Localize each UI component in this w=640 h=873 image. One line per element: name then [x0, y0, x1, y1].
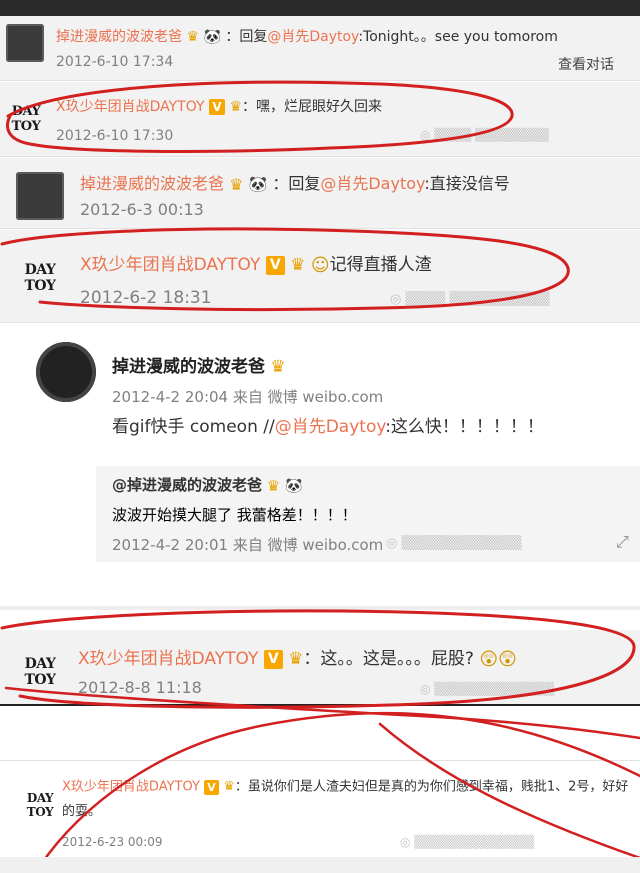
mention-link[interactable]: @肖先Daytoy [320, 174, 424, 193]
crown-icon: ♛ [186, 29, 200, 45]
comment-item: DAY TOY X玖少年团肖战DAYTOY V ♛ ☺记得直播人渣 2012-6… [0, 230, 640, 323]
watermark: ◎ ▒▒▒▒▒▒▒▒▒▒▒▒▒ [400, 835, 535, 849]
comment-time: 2012-6-10 17:30 [56, 128, 174, 144]
avatar[interactable] [16, 172, 64, 220]
post-text-suffix: :这么快！！！！！！ [385, 417, 544, 437]
comment-text: ：这。。这是。。。屁股? [303, 649, 474, 669]
comment-time: 2012-6-2 18:31 [80, 288, 212, 308]
crown-icon: ♛ [229, 175, 244, 194]
view-conversation-link[interactable]: 查看对话 [558, 54, 614, 74]
quoted-header: @掉进漫威的波波老爸 ♛ 🐼 [112, 474, 302, 495]
crown-icon: ♛ [229, 99, 242, 115]
mention-link[interactable]: @肖先Daytoy [275, 417, 385, 437]
comment-line: 掉进漫威的波波老爸 ♛ 🐼 ：回复@肖先Daytoy:直接没信号 [80, 170, 510, 194]
author-link[interactable]: 掉进漫威的波波老爸 [56, 29, 182, 45]
crown-icon: ♛ [290, 255, 306, 275]
author-link[interactable]: X玖少年团肖战DAYTOY [80, 255, 260, 275]
resize-icon[interactable]: ⤢ [616, 532, 629, 552]
avatar[interactable] [36, 342, 96, 402]
crown-icon: ♛ [223, 779, 235, 794]
daytoy-logo: DAY TOY [11, 104, 41, 134]
comment-line: 掉进漫威的波波老爸 ♛ 🐼 ：回复@肖先Daytoy:Tonight。。see … [56, 26, 558, 46]
author-link[interactable]: 掉进漫威的波波老爸 [112, 357, 265, 377]
comment-text: :Tonight。。see you tomorom [358, 29, 558, 45]
weibo-post: 掉进漫威的波波老爸 ♛ 2012-4-2 20:04 来自 微博 weibo.c… [0, 326, 640, 576]
v-badge-icon: V [265, 255, 285, 275]
comment-item: DAY TOY X玖少年团肖战DAYTOY V ♛：虽说你们是人渣夫妇但是真的为… [0, 760, 640, 858]
post-text: 看gif快手 comeon // [112, 417, 275, 437]
watermark: ◎ ▒▒▒▒▒▒▒▒▒▒▒▒ [386, 536, 522, 551]
comment-text: :直接没信号 [424, 174, 510, 193]
comment-time: 2012-6-23 00:09 [62, 835, 163, 849]
comment-line: X玖少年团肖战DAYTOY V ♛：虽说你们是人渣夫妇但是真的为你们感到幸福，贱… [62, 775, 632, 824]
watermark: ◎ ▒▒▒▒ ▒▒▒▒▒▒▒▒ [420, 128, 549, 142]
comment-line: X玖少年团肖战DAYTOY V ♛：嘿，烂屁眼好久回来 [56, 96, 382, 116]
avatar[interactable] [6, 24, 44, 62]
comment-text: 记得直播人渣 [329, 255, 432, 275]
post-text-line: 看gif快手 comeon //@肖先Daytoy:这么快！！！！！！ [112, 412, 544, 437]
comment-item: 掉进漫威的波波老爸 ♛ 🐼 ：回复@肖先Daytoy:Tonight。。see … [0, 16, 640, 81]
comment-item: 掉进漫威的波波老爸 ♛ 🐼 ：回复@肖先Daytoy:直接没信号 2012-6-… [0, 158, 640, 229]
quoted-author-link[interactable]: @掉进漫威的波波老爸 [112, 476, 262, 494]
bottom-bar [0, 857, 640, 873]
divider [0, 606, 640, 610]
v-badge-icon: V [208, 99, 225, 115]
comment-line: X玖少年团肖战DAYTOY V ♛ ☺记得直播人渣 [80, 250, 432, 276]
quoted-time-source: 2012-4-2 20:01 来自 微博 weibo.com [112, 536, 384, 554]
v-badge-icon: V [204, 779, 220, 795]
quoted-post: @掉进漫威的波波老爸 ♛ 🐼 波波开始摸大腿了 我蕾格差！！！！ 2012-4-… [96, 466, 640, 562]
panda-icon: 🐼 [248, 175, 268, 193]
post-header: 掉进漫威的波波老爸 ♛ [112, 352, 286, 377]
comment-time: 2012-6-10 17:34 [56, 54, 174, 70]
daytoy-logo: DAY TOY [24, 262, 56, 294]
comment-line: X玖少年团肖战DAYTOY V ♛：这。。这是。。。屁股? 😲😲 [78, 644, 517, 670]
crown-icon: ♛ [266, 476, 281, 495]
reply-prefix: ：回复 [225, 29, 268, 45]
screenshot-collage: 掉进漫威的波波老爸 ♛ 🐼 ：回复@肖先Daytoy:Tonight。。see … [0, 16, 640, 873]
v-badge-icon: V [263, 649, 283, 669]
author-link[interactable]: X玖少年团肖战DAYTOY [56, 99, 205, 115]
comment-time: 2012-8-8 11:18 [78, 678, 202, 697]
comment-item: DAY TOY X玖少年团肖战DAYTOY V ♛：嘿，烂屁眼好久回来 2012… [0, 82, 640, 157]
comment-text: ：嘿，烂屁眼好久回来 [242, 99, 382, 115]
watermark: ◎ ▒▒▒▒ ▒▒▒▒▒▒▒▒▒▒ [390, 292, 550, 307]
reply-prefix: ：回复 [272, 174, 321, 193]
daytoy-logo: DAY TOY [26, 791, 54, 819]
post-time-source: 2012-4-2 20:04 来自 微博 weibo.com [112, 388, 384, 406]
top-status-bar [0, 0, 640, 16]
author-link[interactable]: X玖少年团肖战DAYTOY [78, 649, 258, 669]
panda-icon: 🐼 [203, 29, 221, 45]
emoji-icon: ☺ [310, 254, 330, 276]
emoji-icon: 😲😲 [479, 648, 517, 670]
author-link[interactable]: X玖少年团肖战DAYTOY [62, 780, 200, 795]
author-link[interactable]: 掉进漫威的波波老爸 [80, 174, 224, 193]
crown-icon: ♛ [288, 649, 304, 669]
comment-item: DAY TOY X玖少年团肖战DAYTOY V ♛：这。。这是。。。屁股? 😲😲… [0, 630, 640, 706]
crown-icon: ♛ [270, 357, 286, 377]
daytoy-logo: DAY TOY [24, 656, 56, 688]
panda-icon: 🐼 [285, 478, 303, 494]
quoted-text: 波波开始摸大腿了 我蕾格差！！！！ [112, 506, 357, 524]
watermark: ◎ ▒▒▒▒▒▒▒▒▒▒▒▒▒ [420, 682, 555, 696]
comment-time: 2012-6-3 00:13 [80, 200, 204, 219]
mention-link[interactable]: @肖先Daytoy [267, 29, 358, 45]
